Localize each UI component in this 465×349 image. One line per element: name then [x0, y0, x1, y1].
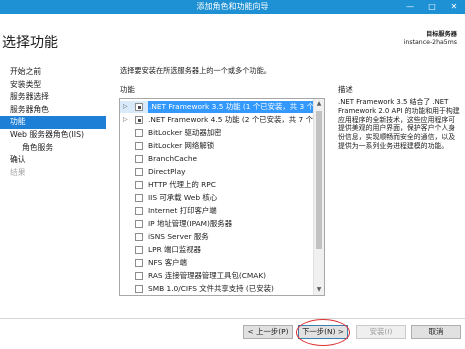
- install-button: 安装(I): [356, 325, 406, 339]
- feature-row[interactable]: iSNS Server 服务: [120, 231, 313, 243]
- feature-label: .NET Framework 3.5 功能 (1 个已安装，共 3 个): [148, 101, 318, 113]
- feature-row[interactable]: RAS 连接管理器管理工具包(CMAK): [120, 270, 313, 282]
- feature-checkbox[interactable]: [135, 129, 143, 137]
- nav-item-before-you-begin[interactable]: 开始之前: [0, 66, 106, 79]
- scroll-up-icon[interactable]: ▲: [314, 99, 324, 109]
- feature-label: SMB 1.0/CIFS 文件共享支持 (已安装): [148, 284, 274, 293]
- feature-label: IIS 可承载 Web 核心: [148, 193, 218, 202]
- nav-item-results: 结果: [10, 167, 26, 177]
- feature-label: BitLocker 驱动器加密: [148, 128, 222, 137]
- feature-row[interactable]: HTTP 代理上的 RPC: [120, 179, 313, 191]
- feature-row[interactable]: IIS 可承载 Web 核心: [120, 192, 313, 204]
- feature-row[interactable]: BitLocker 网络解锁: [120, 140, 313, 152]
- wizard-nav: 开始之前 安装类型 服务器选择 服务器角色 功能 Web 服务器角色(IIS) …: [0, 66, 106, 179]
- expand-arrow-icon[interactable]: ▷: [123, 114, 131, 126]
- feature-checkbox[interactable]: [135, 103, 143, 111]
- feature-checkbox[interactable]: [135, 181, 143, 189]
- feature-checkbox[interactable]: [135, 116, 143, 124]
- feature-row[interactable]: IP 地址管理(IPAM)服务器: [120, 218, 313, 230]
- feature-checkbox[interactable]: [135, 285, 143, 293]
- feature-checkbox[interactable]: [135, 194, 143, 202]
- feature-row[interactable]: NFS 客户端: [120, 257, 313, 269]
- feature-checkbox[interactable]: [135, 272, 143, 280]
- nav-item-role-services[interactable]: 角色服务: [0, 142, 106, 155]
- cancel-button[interactable]: 取消: [411, 325, 461, 339]
- nav-item-server-roles[interactable]: 服务器角色: [0, 104, 106, 117]
- highlight-circle: [296, 319, 350, 346]
- feature-checkbox[interactable]: [135, 155, 143, 163]
- close-button[interactable]: ✕: [443, 0, 465, 14]
- feature-checkbox[interactable]: [135, 142, 143, 150]
- features-scrollbar[interactable]: ▲ ▼: [313, 99, 324, 295]
- scrollbar-thumb[interactable]: [316, 111, 322, 249]
- feature-row[interactable]: Internet 打印客户端: [120, 205, 313, 217]
- features-list[interactable]: ▷ .NET Framework 3.5 功能 (1 个已安装，共 3 个) ▷…: [119, 98, 325, 296]
- feature-row[interactable]: BitLocker 驱动器加密: [120, 127, 313, 139]
- feature-row[interactable]: ▷ .NET Framework 3.5 功能 (1 个已安装，共 3 个): [120, 101, 318, 113]
- nav-item-server-selection[interactable]: 服务器选择: [0, 91, 106, 104]
- feature-row[interactable]: DirectPlay: [120, 166, 313, 178]
- window-titlebar: 添加角色和功能向导 — □ ✕: [0, 0, 465, 14]
- footer-divider: [0, 318, 465, 319]
- minimize-button[interactable]: —: [399, 0, 421, 14]
- feature-row[interactable]: LPR 端口监视器: [120, 244, 313, 256]
- feature-checkbox[interactable]: [135, 168, 143, 176]
- window-title: 添加角色和功能向导: [196, 2, 269, 11]
- feature-checkbox[interactable]: [135, 220, 143, 228]
- feature-label: .NET Framework 4.5 功能 (2 个已安装，共 7 个): [148, 115, 316, 124]
- target-server-info: 目标服务器 instance-2ha5ms: [404, 31, 457, 47]
- target-server-label: 目标服务器: [426, 31, 457, 38]
- target-server-name: instance-2ha5ms: [403, 39, 457, 46]
- feature-label: RAS 连接管理器管理工具包(CMAK): [148, 271, 267, 280]
- intro-text: 选择要安装在所选服务器上的一个或多个功能。: [120, 66, 271, 75]
- features-header: 功能: [120, 85, 135, 94]
- feature-checkbox[interactable]: [135, 246, 143, 254]
- description-header: 描述: [338, 85, 353, 94]
- feature-checkbox[interactable]: [135, 259, 143, 267]
- nav-item-features[interactable]: 功能: [0, 116, 106, 129]
- feature-label: Internet 打印客户端: [148, 206, 217, 215]
- feature-label: NFS 客户端: [148, 258, 187, 267]
- previous-button[interactable]: < 上一步(P): [243, 325, 293, 339]
- expand-arrow-icon[interactable]: ▷: [123, 101, 131, 113]
- feature-label: HTTP 代理上的 RPC: [148, 180, 216, 189]
- feature-label: iSNS Server 服务: [148, 232, 209, 241]
- nav-item-web-server-role[interactable]: Web 服务器角色(IIS): [0, 129, 106, 142]
- feature-label: BranchCache: [148, 154, 198, 163]
- feature-row[interactable]: SMB 1.0/CIFS 文件共享支持 (已安装): [120, 283, 313, 295]
- feature-checkbox[interactable]: [135, 233, 143, 241]
- feature-checkbox[interactable]: [135, 207, 143, 215]
- feature-label: DirectPlay: [148, 167, 186, 176]
- nav-item-installation-type[interactable]: 安装类型: [0, 79, 106, 92]
- feature-label: LPR 端口监视器: [148, 245, 202, 254]
- feature-label: IP 地址管理(IPAM)服务器: [148, 219, 233, 228]
- feature-label: BitLocker 网络解锁: [148, 141, 215, 150]
- feature-row[interactable]: ▷ .NET Framework 4.5 功能 (2 个已安装，共 7 个): [120, 114, 316, 126]
- maximize-button[interactable]: □: [421, 0, 443, 14]
- scroll-down-icon[interactable]: ▼: [314, 285, 324, 295]
- page-title: 选择功能: [2, 35, 58, 51]
- nav-item-confirmation[interactable]: 确认: [0, 154, 106, 167]
- feature-description: .NET Framework 3.5 结合了 .NET Framework 2.…: [338, 98, 460, 150]
- feature-row[interactable]: BranchCache: [120, 153, 313, 165]
